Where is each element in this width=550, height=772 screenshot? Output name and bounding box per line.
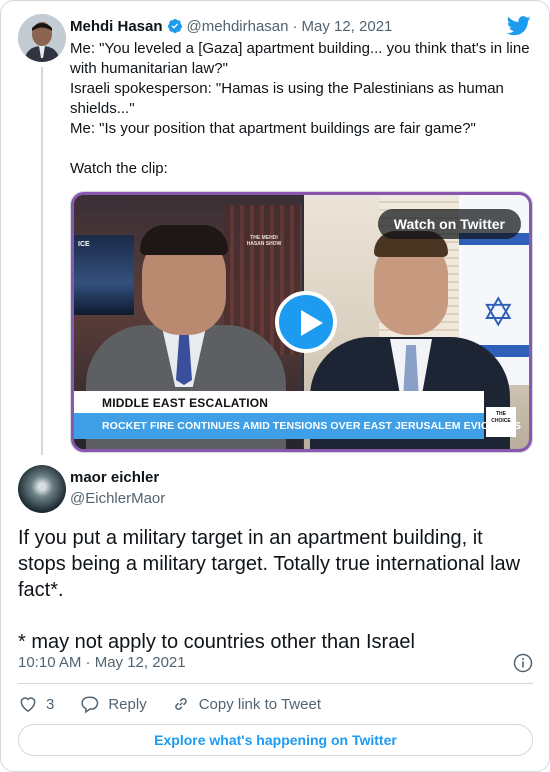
like-count: 3	[46, 695, 55, 713]
info-icon[interactable]	[513, 653, 533, 673]
reply-timestamp[interactable]: 10:10 AM · May 12, 2021	[18, 654, 186, 671]
separator-dot: ·	[292, 17, 298, 35]
parent-date[interactable]: May 12, 2021	[301, 18, 392, 35]
video-media[interactable]: ICE THE MEHDI HASAN SHOW ✡ MIDDLE EAST E…	[70, 191, 533, 453]
parent-text-line: Me: "Is your position that apartment bui…	[70, 120, 476, 137]
lower-third-title: MIDDLE EAST ESCALATION	[102, 396, 269, 410]
parent-text-line: Israeli spokesperson: "Hamas is using th…	[70, 80, 504, 97]
news-ticker-text: ROCKET FIRE CONTINUES AMID TENSIONS OVER…	[102, 420, 522, 432]
parent-text-line: shields..."	[70, 100, 135, 117]
like-button[interactable]: 3	[18, 694, 54, 714]
copy-link-label: Copy link to Tweet	[198, 695, 321, 713]
parent-tweet-text: Me: "You leveled a [Gaza] apartment buil…	[70, 39, 530, 179]
parent-text-line: with humanitarian law?"	[70, 60, 228, 77]
reply-text-line: fact*.	[18, 579, 64, 601]
reply-avatar[interactable]	[18, 465, 66, 513]
verified-badge-icon	[167, 18, 183, 34]
copy-link-button[interactable]: Copy link to Tweet	[171, 694, 321, 714]
tweet-embed-card: Mehdi Hasan @mehdirhasan · May 12, 2021 …	[0, 0, 550, 772]
play-icon	[301, 310, 323, 336]
watch-on-twitter-button[interactable]: Watch on Twitter	[377, 209, 521, 239]
channel-logo: THE CHOICE	[486, 407, 516, 437]
star-of-david-icon: ✡	[481, 291, 515, 335]
thread-connector-line	[41, 67, 43, 455]
reply-button[interactable]: Reply	[80, 694, 147, 714]
reply-text-line: If you put a military target in an apart…	[18, 527, 483, 549]
parent-author-name[interactable]: Mehdi Hasan	[70, 18, 163, 35]
reply-text-line: * may not apply to countries other than …	[18, 631, 415, 653]
reply-author-name[interactable]: maor eichler	[70, 469, 159, 486]
heart-icon	[20, 697, 36, 712]
show-logo: THE MEHDI HASAN SHOW	[246, 235, 282, 247]
link-icon	[174, 698, 187, 710]
twitter-bird-icon[interactable]	[506, 16, 531, 36]
play-button[interactable]	[275, 291, 337, 353]
parent-author-handle[interactable]: @mehdirhasan	[187, 18, 289, 35]
corner-text: ICE	[78, 241, 90, 248]
parent-text-line: Watch the clip:	[70, 160, 168, 177]
parent-header: Mehdi Hasan @mehdirhasan · May 12, 2021	[70, 16, 392, 36]
reply-bubble-icon	[81, 696, 99, 714]
explore-twitter-button[interactable]: Explore what's happening on Twitter	[18, 724, 533, 756]
parent-text-line: Me: "You leveled a [Gaza] apartment buil…	[70, 40, 530, 57]
reply-text-line	[18, 603, 538, 629]
action-bar: 3 Reply Copy link to Tweet	[18, 693, 321, 715]
parent-avatar[interactable]	[18, 14, 66, 62]
parent-text-line	[70, 139, 530, 159]
video-frame: ICE THE MEHDI HASAN SHOW ✡ MIDDLE EAST E…	[74, 195, 529, 449]
reply-label: Reply	[108, 695, 147, 713]
reply-text-line: stops being a military target. Totally t…	[18, 553, 521, 575]
reply-author-handle[interactable]: @EichlerMaor	[70, 490, 165, 507]
host-hair	[140, 225, 228, 255]
divider	[18, 683, 533, 684]
reply-tweet-text: If you put a military target in an apart…	[18, 525, 538, 655]
